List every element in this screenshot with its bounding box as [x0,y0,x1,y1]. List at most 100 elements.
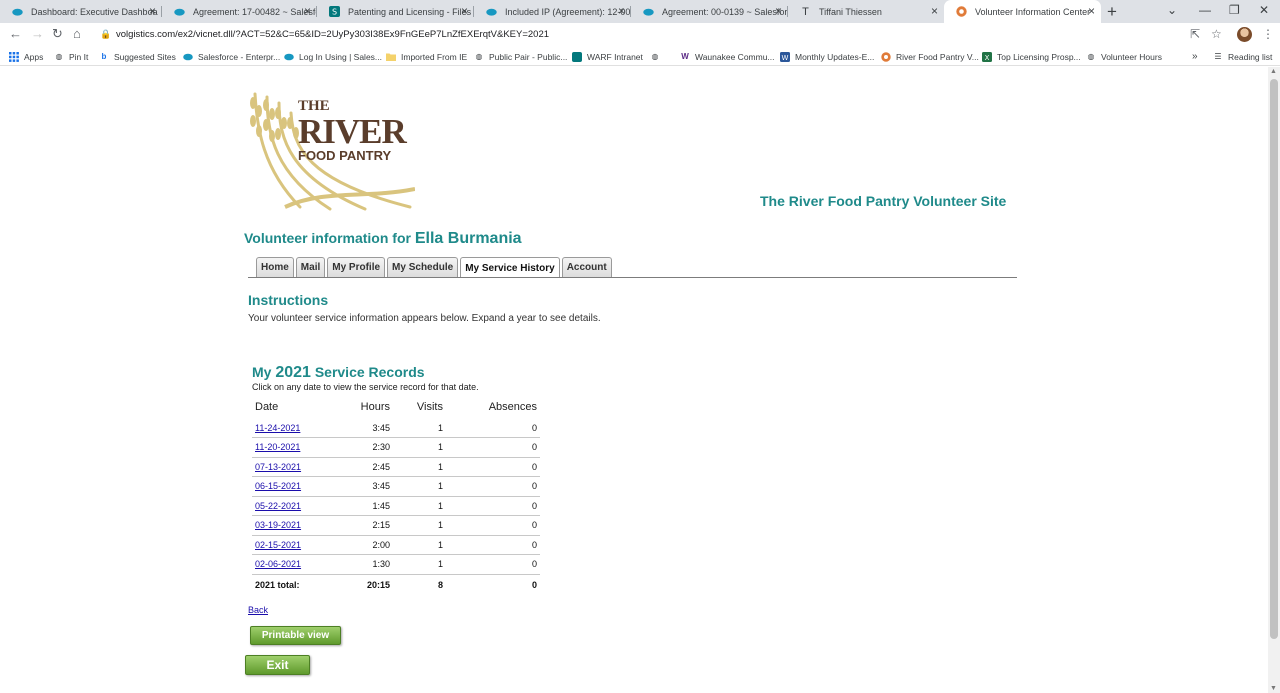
browser-tab[interactable]: S Patenting and Licensing - Files × [317,0,474,23]
printable-view-button[interactable]: Printable view [250,626,341,645]
site-title: The River Food Pantry Volunteer Site [760,193,1007,209]
close-icon[interactable]: × [618,5,625,17]
bookmark-label: Suggested Sites [114,51,176,62]
reload-icon[interactable]: ↻ [52,27,63,41]
new-tab-icon[interactable]: + [1107,2,1117,22]
reading-list-button[interactable]: ☰ Reading list [1213,50,1272,63]
cell-visits: 1 [393,457,446,477]
scrollbar-thumb[interactable] [1270,79,1278,639]
restore-icon[interactable]: ❐ [1229,3,1240,17]
instructions-text: Your volunteer service information appea… [248,313,601,324]
cell-visits: 1 [393,554,446,575]
url-text[interactable]: volgistics.com/ex2/vicnet.dll/?ACT=52&C=… [116,29,549,40]
apps-grid-icon [9,51,19,62]
service-date-link[interactable]: 11-20-2021 [255,442,300,452]
close-icon[interactable]: × [931,5,938,17]
back-link[interactable]: Back [248,605,268,615]
bookmark-item[interactable]: b Suggested Sites [99,50,176,63]
browser-tab-active[interactable]: Volunteer Information Center × [944,0,1101,23]
scroll-down-icon[interactable]: ▼ [1270,685,1277,692]
service-records-table: Date Hours Visits Absences 11-24-2021 3:4… [252,396,540,596]
service-date-link[interactable]: 02-15-2021 [255,540,301,550]
back-arrow-icon[interactable]: ← [9,27,22,41]
table-row: 06-15-2021 3:45 1 0 [252,476,540,497]
service-date-link[interactable]: 07-13-2021 [255,462,301,472]
tab-mail[interactable]: Mail [295,257,326,277]
total-absences: 0 [531,580,537,591]
food-pantry-icon [881,51,891,62]
address-bar[interactable]: 🔒 volgistics.com/ex2/vicnet.dll/?ACT=52&… [96,24,1226,45]
scroll-up-icon[interactable]: ▲ [1270,68,1277,75]
w-logo-icon: W [681,52,689,61]
bookmark-label: Log In Using | Sales... [299,51,383,62]
river-food-pantry-logo: THE RIVER FOOD PANTRY [245,89,416,211]
bookmark-item[interactable]: ◍ Volunteer Hours [1086,50,1162,63]
service-date-link[interactable]: 11-24-2021 [255,423,300,433]
tab-home[interactable]: Home [256,257,294,277]
browser-toolbar: ← → ↻ ⌂ 🔒 volgistics.com/ex2/vicnet.dll/… [0,23,1280,46]
bookmark-item[interactable]: ◍ Pin It [54,50,89,63]
service-date-link[interactable]: 02-06-2021 [255,559,301,569]
bookmark-item[interactable]: WARF Intranet [572,50,643,63]
browser-tab[interactable]: Agreement: 00-0139 ~ Salesfor × [631,0,788,23]
globe-icon: ◍ [1087,52,1095,61]
salesforce-icon [12,6,23,17]
tab-title: Agreement: 17-00482 ~ Salesfo [193,6,317,17]
cell-visits: 1 [393,418,446,438]
table-row: 11-20-2021 2:30 1 0 [252,437,540,458]
close-icon[interactable]: × [149,5,156,17]
browser-tab[interactable]: T Tiffani Thiessen × [788,0,944,23]
close-icon[interactable]: × [304,5,311,17]
records-title-prefix: My [252,364,272,380]
home-icon[interactable]: ⌂ [73,27,81,41]
browser-tab[interactable]: Included IP (Agreement): 12-00 × [474,0,631,23]
browser-tab-strip: Dashboard: Executive Dashboa × Agreement… [0,0,1280,23]
bookmark-item[interactable]: Apps [9,50,43,63]
tab-my-service-history[interactable]: My Service History [460,257,560,278]
tab-account[interactable]: Account [561,257,612,277]
close-icon[interactable]: × [1088,5,1095,17]
tab-search-icon[interactable]: ⌄ [1167,3,1177,17]
close-icon[interactable]: × [775,5,782,17]
page-title: Volunteer information for Ella Burmania [244,230,522,248]
bookmark-item[interactable]: Salesforce - Enterpr... [183,50,280,63]
bookmark-item[interactable]: ◍ [650,50,665,63]
browser-tab[interactable]: Agreement: 17-00482 ~ Salesfo × [162,0,317,23]
vertical-scrollbar[interactable]: ▲ ▼ [1268,67,1280,693]
bookmark-item[interactable]: X Top Licensing Prosp... [982,50,1081,63]
browser-tab[interactable]: Dashboard: Executive Dashboa × [0,0,162,23]
forward-arrow-icon[interactable]: → [31,27,44,41]
exit-button[interactable]: Exit [245,655,310,675]
close-icon[interactable]: × [461,5,468,17]
window-close-icon[interactable]: ✕ [1259,3,1269,17]
bookmark-star-icon[interactable]: ☆ [1211,27,1222,41]
service-date-link[interactable]: 05-22-2021 [255,501,301,511]
bookmark-item[interactable]: W Waunakee Commu... [680,50,775,63]
cell-date: 06-15-2021 [252,476,348,497]
bookmark-item[interactable]: ◍ Public Pair - Public... [474,50,568,63]
portal-tabs: Home Mail My Profile My Schedule My Serv… [256,257,614,278]
cell-hours: 3:45 [348,418,393,438]
service-date-link[interactable]: 06-15-2021 [255,481,301,491]
minimize-icon[interactable]: — [1199,3,1211,17]
cell-absences: 0 [446,515,540,536]
salesforce-icon [174,6,185,17]
svg-text:X: X [985,54,990,62]
word-icon: W [780,51,790,62]
cell-hours: 1:30 [348,554,393,575]
bookmark-label: Waunakee Commu... [695,51,775,62]
more-bookmarks-icon[interactable]: » [1192,50,1198,63]
bookmark-item[interactable]: Log In Using | Sales... [284,50,382,63]
bookmark-item[interactable]: Imported From IE [386,50,467,63]
avatar[interactable] [1237,27,1252,42]
column-header-date: Date [255,401,279,413]
tab-my-profile[interactable]: My Profile [327,257,386,277]
bookmark-item[interactable]: W Monthly Updates-E... [780,50,874,63]
share-icon[interactable]: ⇱ [1190,27,1200,41]
salesforce-icon [486,6,497,17]
bookmark-item[interactable]: River Food Pantry V... [881,50,979,63]
heading-prefix: Volunteer information for [244,230,411,246]
tab-my-schedule[interactable]: My Schedule [387,257,459,277]
service-date-link[interactable]: 03-19-2021 [255,520,301,530]
menu-kebab-icon[interactable]: ⋮ [1262,27,1274,41]
